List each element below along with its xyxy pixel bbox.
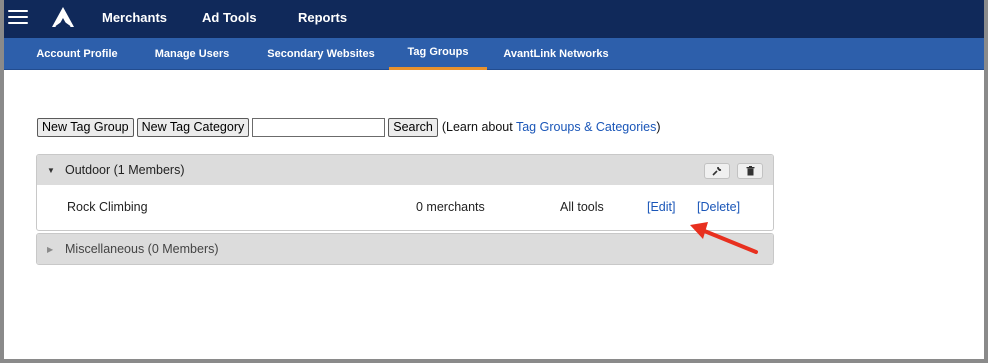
tab-avantlink-networks[interactable]: AvantLink Networks	[498, 38, 614, 70]
tab-account-profile[interactable]: Account Profile	[27, 38, 127, 70]
app-frame: Merchants Ad Tools Reports Account Profi…	[4, 0, 984, 359]
search-button[interactable]: Search	[388, 117, 438, 137]
red-arrow-icon	[690, 222, 758, 254]
tag-group-outdoor: ▼ Outdoor (1 Members) Rock Climbing 0 me…	[36, 154, 774, 231]
nav-merchants[interactable]: Merchants	[102, 10, 167, 25]
nav-reports[interactable]: Reports	[298, 10, 347, 25]
tag-groups-categories-link[interactable]: Tag Groups & Categories	[516, 120, 656, 134]
learn-about-text: (Learn about Tag Groups & Categories)	[442, 120, 661, 134]
tag-group-header[interactable]: ▶ Miscellaneous (0 Members)	[37, 234, 773, 264]
tag-group-header[interactable]: ▼ Outdoor (1 Members)	[37, 155, 773, 185]
learn-prefix: (Learn about	[441, 120, 516, 134]
avantlink-logo-icon[interactable]	[50, 5, 76, 31]
new-tag-category-button[interactable]: New Tag Category	[136, 117, 250, 137]
tab-secondary-websites[interactable]: Secondary Websites	[255, 38, 387, 70]
sub-navbar: Account Profile Manage Users Secondary W…	[4, 38, 984, 70]
tag-group-title: Outdoor (1 Members)	[65, 163, 185, 177]
member-tools: All tools	[560, 200, 604, 214]
delete-link[interactable]: [Delete]	[697, 200, 740, 214]
tag-group-title: Miscellaneous (0 Members)	[65, 242, 219, 256]
trash-icon[interactable]	[737, 163, 763, 179]
tag-group-miscellaneous: ▶ Miscellaneous (0 Members)	[36, 233, 774, 265]
wrench-icon[interactable]	[704, 163, 730, 179]
hamburger-menu-icon[interactable]	[8, 10, 28, 26]
edit-link[interactable]: [Edit]	[647, 200, 676, 214]
tag-toolbar: New Tag Group New Tag Category Search (L…	[37, 117, 661, 137]
member-merchants: 0 merchants	[416, 200, 485, 214]
expanded-triangle-icon[interactable]: ▼	[47, 166, 57, 175]
top-navbar: Merchants Ad Tools Reports	[4, 0, 984, 38]
nav-ad-tools[interactable]: Ad Tools	[202, 10, 257, 25]
table-row: Rock Climbing 0 merchants All tools [Edi…	[37, 185, 773, 230]
search-input[interactable]	[252, 117, 386, 137]
member-name: Rock Climbing	[67, 200, 148, 214]
tab-manage-users[interactable]: Manage Users	[142, 38, 242, 70]
learn-suffix: )	[656, 120, 661, 134]
tab-tag-groups[interactable]: Tag Groups	[389, 38, 487, 70]
collapsed-triangle-icon[interactable]: ▶	[47, 245, 57, 254]
new-tag-group-button[interactable]: New Tag Group	[37, 117, 134, 137]
